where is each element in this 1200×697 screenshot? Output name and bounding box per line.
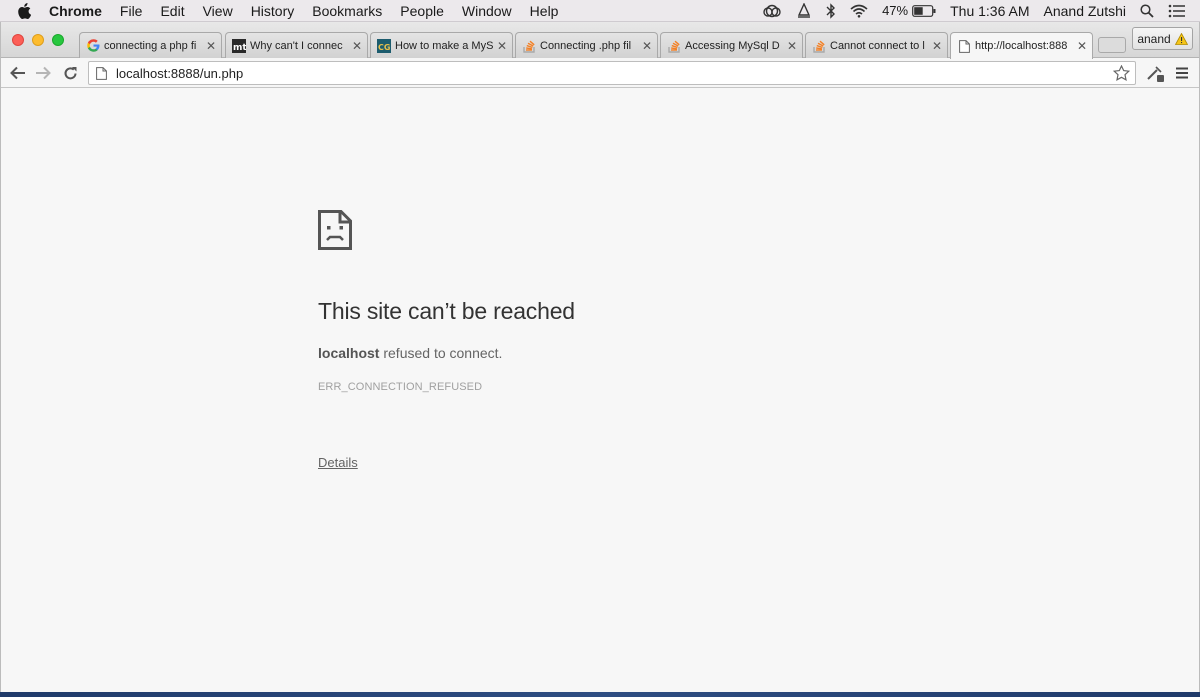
stackoverflow-icon xyxy=(812,39,826,53)
window-controls xyxy=(12,34,64,46)
tab-close-icon[interactable]: ✕ xyxy=(931,39,943,53)
page-info-icon[interactable] xyxy=(96,66,108,80)
error-code: ERR_CONNECTION_REFUSED xyxy=(318,381,483,393)
user-name[interactable]: Anand Zutshi xyxy=(1044,3,1127,19)
tab-5[interactable]: Accessing MySql D ✕ xyxy=(660,32,803,58)
battery-icon xyxy=(912,4,936,17)
tab-title: How to make a MyS xyxy=(395,39,493,52)
tab-7-active[interactable]: http://localhost:888 ✕ xyxy=(950,32,1093,59)
tab-title: Why can't I connec xyxy=(250,39,343,52)
tab-title: Connecting .php fil xyxy=(540,39,632,52)
wifi-icon[interactable] xyxy=(850,4,868,18)
tab-close-icon[interactable]: ✕ xyxy=(1076,39,1088,53)
browser-toolbar: localhost:8888/un.php xyxy=(1,58,1199,88)
spotlight-search-icon[interactable] xyxy=(1140,3,1154,18)
svg-text:CG: CG xyxy=(378,43,390,52)
menu-view[interactable]: View xyxy=(203,3,233,19)
google-icon xyxy=(86,39,100,53)
error-message: localhost refused to connect. xyxy=(318,345,918,361)
clock[interactable]: Thu 1:36 AM xyxy=(950,3,1029,19)
menu-history[interactable]: History xyxy=(251,3,295,19)
tab-1[interactable]: connecting a php fi ✕ xyxy=(79,32,222,58)
reload-icon[interactable] xyxy=(59,62,81,84)
sync-icon[interactable] xyxy=(796,2,812,19)
warning-icon xyxy=(1174,32,1188,45)
stackoverflow-icon xyxy=(667,39,681,53)
chrome-menu-icon[interactable] xyxy=(1171,62,1193,84)
error-title: This site can’t be reached xyxy=(318,298,575,324)
apple-icon[interactable] xyxy=(17,2,35,19)
tab-close-icon[interactable]: ✕ xyxy=(205,39,217,53)
desktop-edge xyxy=(0,692,1200,697)
close-window-button[interactable] xyxy=(12,34,24,46)
menu-window[interactable]: Window xyxy=(462,3,512,19)
tab-close-icon[interactable]: ✕ xyxy=(351,39,363,53)
bluetooth-icon[interactable] xyxy=(826,2,836,19)
back-arrow-icon[interactable] xyxy=(7,62,29,84)
forward-arrow-icon[interactable] xyxy=(32,62,54,84)
tab-title: Accessing MySql D xyxy=(685,39,780,52)
tab-3[interactable]: CG How to make a MyS ✕ xyxy=(370,32,513,58)
maximize-window-button[interactable] xyxy=(52,34,64,46)
browser-window: connecting a php fi ✕ mt Why can't I con… xyxy=(0,22,1200,692)
tab-title: connecting a php fi xyxy=(104,39,197,52)
url-text[interactable]: localhost:8888/un.php xyxy=(116,66,1113,81)
tab-4[interactable]: Connecting .php fil ✕ xyxy=(515,32,658,58)
menu-bar: Chrome File Edit View History Bookmarks … xyxy=(0,0,1200,22)
tab-title: Cannot connect to l xyxy=(830,39,925,52)
tab-2[interactable]: mt Why can't I connec ✕ xyxy=(225,32,368,58)
tab-strip: connecting a php fi ✕ mt Why can't I con… xyxy=(1,22,1199,59)
error-message-text: refused to connect. xyxy=(379,345,503,361)
cg-icon: CG xyxy=(377,38,391,53)
menu-file[interactable]: File xyxy=(120,3,143,19)
url-path: :8888/un.php xyxy=(167,65,244,81)
menu-app-name[interactable]: Chrome xyxy=(49,3,102,19)
tab-close-icon[interactable]: ✕ xyxy=(786,39,798,53)
error-host: localhost xyxy=(318,345,380,361)
svg-text:mt: mt xyxy=(233,43,246,53)
page-icon xyxy=(957,39,971,53)
error-container: This site can’t be reached localhost ref… xyxy=(318,210,918,393)
stackoverflow-icon xyxy=(522,39,536,53)
menu-help[interactable]: Help xyxy=(530,3,559,19)
mt-icon: mt xyxy=(232,38,246,53)
tab-6[interactable]: Cannot connect to l ✕ xyxy=(805,32,948,58)
tab-close-icon[interactable]: ✕ xyxy=(641,39,653,53)
profile-button[interactable]: anand xyxy=(1132,27,1193,50)
menu-bookmarks[interactable]: Bookmarks xyxy=(312,3,382,19)
menu-edit[interactable]: Edit xyxy=(160,3,184,19)
minimize-window-button[interactable] xyxy=(32,34,44,46)
notification-center-icon[interactable] xyxy=(1168,4,1186,18)
battery-status[interactable]: 47% xyxy=(882,3,936,18)
address-bar[interactable]: localhost:8888/un.php xyxy=(88,61,1136,85)
bookmark-star-icon[interactable] xyxy=(1113,65,1131,81)
profile-name: anand xyxy=(1137,31,1171,46)
battery-percent: 47% xyxy=(882,3,909,18)
creative-cloud-icon[interactable] xyxy=(762,4,782,18)
url-host: localhost xyxy=(116,65,168,81)
details-link[interactable]: Details xyxy=(318,455,358,470)
menu-people[interactable]: People xyxy=(400,3,444,19)
tab-close-icon[interactable]: ✕ xyxy=(496,39,508,53)
tab-title: http://localhost:888 xyxy=(975,40,1068,52)
sad-page-icon xyxy=(318,210,352,250)
new-tab-button[interactable] xyxy=(1098,37,1126,53)
error-page: This site can’t be reached localhost ref… xyxy=(1,89,1199,692)
extension-icon[interactable] xyxy=(1144,62,1166,84)
